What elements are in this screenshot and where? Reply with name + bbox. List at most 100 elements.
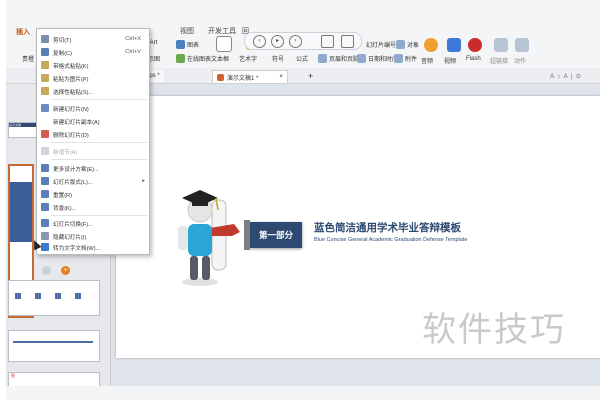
menu-item-copy[interactable]: 复制(C) Ctrl+V bbox=[37, 46, 149, 58]
slide-title[interactable]: 蓝色简洁通用学术毕业答辩模板 bbox=[314, 220, 461, 235]
slide-number-button[interactable]: 幻灯片编号 bbox=[366, 40, 396, 49]
chart-icon bbox=[176, 40, 185, 49]
tab-devtools[interactable]: 开发工具 bbox=[208, 26, 236, 36]
object-icon bbox=[396, 40, 405, 49]
slide-thumbnail-3[interactable] bbox=[8, 280, 100, 316]
menu-item-slide-transition[interactable]: 幻灯片切换(F)... bbox=[37, 217, 149, 229]
tab-view[interactable]: 视图 bbox=[180, 26, 194, 36]
hide-slide-icon bbox=[41, 232, 49, 240]
play-slide-icon[interactable] bbox=[42, 266, 51, 275]
add-slide-icon[interactable]: + bbox=[61, 266, 70, 275]
calendar-icon bbox=[357, 54, 366, 63]
object-label: 对象 bbox=[407, 43, 420, 49]
transition-icon bbox=[41, 219, 49, 227]
menu-item-paste-as-image[interactable]: 粘贴为图片(P) bbox=[37, 72, 149, 84]
video-label: 视频 bbox=[444, 59, 457, 65]
menu-label: 隐藏幻灯片(I) bbox=[53, 235, 87, 241]
menu-item-slide-layout[interactable]: 幻灯片版式(L)... ▸ bbox=[37, 175, 149, 187]
thumb-shape bbox=[55, 293, 61, 299]
online-chart-label: 在线图表 bbox=[187, 57, 212, 63]
menu-item-delete-slide[interactable]: 删除幻灯片(D) bbox=[37, 128, 149, 140]
menu-label: 更多设计方案(E)... bbox=[53, 167, 99, 173]
menu-item-new-slide[interactable]: 新建幻灯片(N) bbox=[37, 102, 149, 114]
header-footer-icon bbox=[318, 54, 327, 63]
symbol-button[interactable]: 符号 bbox=[272, 54, 284, 63]
menu-shortcut: Ctrl+V bbox=[125, 49, 141, 55]
action-icon bbox=[515, 38, 529, 52]
textbox-label: 文本框 bbox=[211, 57, 230, 63]
tab-insert[interactable]: 插入 bbox=[16, 27, 30, 37]
scissors-icon bbox=[41, 35, 49, 43]
menu-item-reset[interactable]: 重置(R) bbox=[37, 188, 149, 200]
previous-icon[interactable]: ‹ bbox=[253, 35, 266, 48]
datetime-button[interactable]: 日期和时间 bbox=[357, 54, 398, 63]
thumb-label-2: 图 bbox=[11, 373, 15, 378]
video-button[interactable]: 视频 bbox=[444, 56, 456, 65]
video-icon bbox=[447, 38, 461, 52]
menu-item-paste-formatted[interactable]: 带格式粘贴(K) bbox=[37, 59, 149, 71]
menu-item-cut[interactable]: 剪切(T) Ctrl+X bbox=[37, 33, 149, 45]
menu-item-new-section[interactable]: 新增节(A) bbox=[37, 145, 149, 157]
presentation-icon bbox=[217, 73, 224, 81]
menu-label: 新建幻灯片(N) bbox=[53, 107, 89, 113]
window-icon[interactable] bbox=[341, 35, 354, 48]
chart-button[interactable]: 图表 bbox=[176, 40, 199, 49]
menu-item-more-designs[interactable]: 更多设计方案(E)... bbox=[37, 162, 149, 174]
header-footer-button[interactable]: 页眉和页脚 bbox=[318, 54, 359, 63]
menu-label: 复制(C) bbox=[53, 51, 72, 57]
menu-item-background[interactable]: 背景(K)... bbox=[37, 201, 149, 213]
object-button[interactable]: 对象 bbox=[396, 40, 419, 49]
section-badge[interactable]: 第一部分 bbox=[250, 222, 302, 248]
screen-icon[interactable] bbox=[321, 35, 334, 48]
slide-thumbnail-4[interactable] bbox=[8, 330, 100, 362]
textbox-icon bbox=[216, 36, 232, 52]
section-badge-label: 第一部分 bbox=[258, 230, 293, 240]
graduate-figure-illustration bbox=[178, 190, 240, 286]
slide-context-menu: 剪切(T) Ctrl+X 复制(C) Ctrl+V 带格式粘贴(K) 粘贴为图片(P… bbox=[36, 28, 150, 255]
attachment-label: 附件 bbox=[405, 57, 418, 63]
menu-item-duplicate-slide[interactable]: 新建幻灯片副本(A) bbox=[37, 115, 149, 127]
action-label: 动作 bbox=[514, 59, 527, 65]
menu-label: 选择性粘贴(S)... bbox=[53, 90, 94, 96]
thumb-shape bbox=[75, 293, 81, 299]
formula-label: 公式 bbox=[296, 57, 309, 63]
menu-separator bbox=[51, 99, 147, 100]
thumb-shape bbox=[15, 293, 21, 299]
textbox-button[interactable]: 文本框 bbox=[211, 54, 229, 63]
attachment-button[interactable]: 附件 bbox=[394, 54, 417, 63]
submenu-arrow-icon: ▸ bbox=[142, 178, 145, 184]
reset-icon bbox=[41, 190, 49, 198]
playback-toolbar: ‹ ▸ › bbox=[244, 32, 362, 50]
formula-button[interactable]: 公式 bbox=[296, 54, 308, 63]
menu-label: 幻灯片切换(F)... bbox=[53, 222, 93, 228]
hyperlink-button[interactable]: 超链接 bbox=[490, 56, 508, 65]
add-tab-button[interactable]: + bbox=[304, 70, 317, 82]
watermark-text: 软件技巧 bbox=[422, 310, 566, 350]
next-icon[interactable]: › bbox=[289, 35, 302, 48]
art-text-button[interactable]: 艺术字 bbox=[239, 54, 257, 63]
menu-label: 新建幻灯片副本(A) bbox=[53, 120, 100, 126]
audio-button[interactable]: 音频 bbox=[421, 56, 433, 65]
online-chart-icon bbox=[176, 54, 185, 63]
menu-item-paste-special[interactable]: 选择性粘贴(S)... bbox=[37, 85, 149, 97]
doc-tab-2[interactable]: 演示文稿1 * × bbox=[212, 70, 288, 84]
copy-icon bbox=[41, 48, 49, 56]
flash-button[interactable]: Flash bbox=[466, 56, 481, 62]
delete-slide-icon bbox=[41, 130, 49, 138]
menu-label: 带格式粘贴(K) bbox=[53, 64, 89, 70]
slide-thumbnail[interactable]: 演示文稿 bbox=[8, 122, 38, 138]
hyperlink-label: 超链接 bbox=[490, 59, 509, 65]
close-icon[interactable]: × bbox=[279, 74, 283, 80]
menu-separator bbox=[51, 159, 147, 160]
menu-separator bbox=[51, 142, 147, 143]
online-chart-button[interactable]: 在线图表 bbox=[176, 54, 211, 63]
action-button[interactable]: 动作 bbox=[514, 56, 526, 65]
slide-subtitle[interactable]: Blue Concise General Academic Graduation… bbox=[314, 237, 467, 243]
design-icon bbox=[41, 164, 49, 172]
menu-item-convert-to-doc[interactable]: 转为文字文档(W)... bbox=[37, 241, 149, 253]
menu-label: 新增节(A) bbox=[53, 150, 78, 156]
left-partial-label: 贵橙 bbox=[22, 57, 35, 63]
paperclip-icon bbox=[394, 54, 403, 63]
new-slide-icon bbox=[41, 104, 49, 112]
play-icon[interactable]: ▸ bbox=[271, 35, 284, 48]
